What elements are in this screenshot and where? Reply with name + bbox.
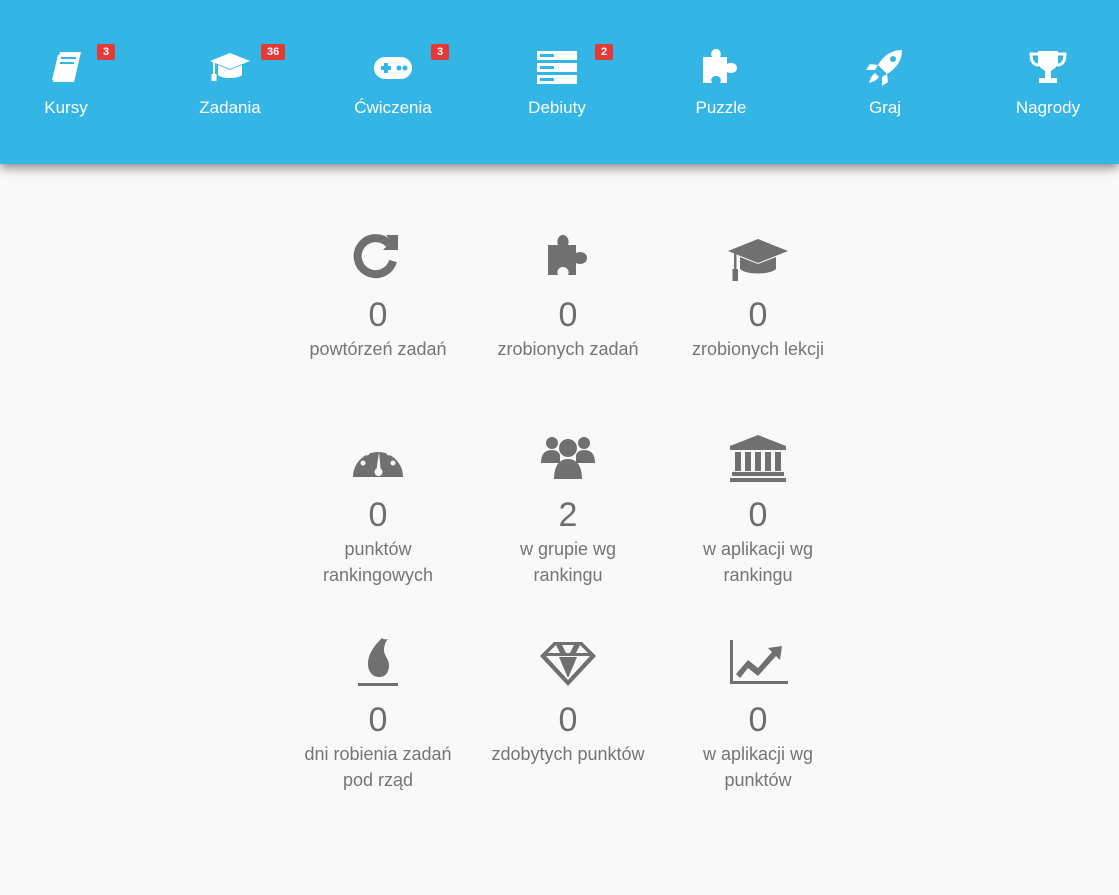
stat-app-ranking: 0 w aplikacji wg rankingu: [663, 430, 853, 635]
stat-completed-lessons: 0 zrobionych lekcji: [663, 230, 853, 430]
nav-label: Nagrody: [1015, 98, 1081, 117]
stat-label: zrobionych zadań: [497, 339, 639, 359]
stat-task-repetitions: 0 powtórzeń zadań: [283, 230, 473, 430]
chart-line-icon: [723, 635, 793, 691]
notification-badge: 36: [261, 44, 286, 60]
bank-icon: [723, 430, 793, 486]
book-icon: [43, 44, 89, 90]
stat-label: zdobytych punktów: [491, 744, 645, 764]
server-icon: [534, 44, 580, 90]
users-icon: [533, 430, 603, 486]
stat-app-points-ranking: 0 w aplikacji wg punktów: [663, 635, 853, 840]
graduation-cap-icon: [207, 44, 253, 90]
puzzle-icon: [533, 230, 603, 286]
stat-completed-tasks: 0 zrobionych zadań: [473, 230, 663, 430]
stats-row: 0 dni robienia zadań pod rząd 0 zdobytyc…: [283, 635, 853, 840]
rocket-icon: [862, 44, 908, 90]
stat-value: 0: [558, 296, 578, 334]
nav-item-nagrody[interactable]: Nagrody: [988, 44, 1108, 128]
nav-item-debiuty[interactable]: Debiuty 2: [497, 44, 617, 128]
fire-icon: [343, 635, 413, 691]
trophy-icon: [1025, 44, 1071, 90]
top-navigation: Kursy 3 Zadania 36 Ćwiczenia 3 Debiuty 2…: [0, 0, 1119, 164]
diamond-icon: [533, 635, 603, 691]
refresh-icon: [343, 230, 413, 286]
nav-item-kursy[interactable]: Kursy 3: [6, 44, 126, 128]
stats-row: 0 powtórzeń zadań 0 zrobionych zadań 0 z…: [283, 230, 853, 430]
stat-label: w aplikacji wg punktów: [702, 744, 814, 790]
speedometer-icon: [343, 430, 413, 486]
stat-label: zrobionych lekcji: [691, 339, 825, 359]
stat-ranking-points: 0 punktów rankingowych: [283, 430, 473, 635]
stat-value: 0: [748, 496, 768, 534]
stat-value: 2: [558, 496, 578, 534]
stat-label: dni robienia zadań pod rząd: [304, 744, 452, 790]
puzzle-icon: [698, 44, 744, 90]
stat-label: punktów rankingowych: [322, 539, 434, 585]
nav-label: Ćwiczenia: [354, 98, 432, 117]
nav-label: Graj: [868, 98, 902, 117]
stats-row: 0 punktów rankingowych 2 w grupie wg ran…: [283, 430, 853, 635]
stat-value: 0: [748, 296, 768, 334]
nav-label: Kursy: [44, 98, 88, 117]
notification-badge: 3: [431, 44, 450, 60]
stat-value: 0: [748, 701, 768, 739]
stat-value: 0: [368, 296, 388, 334]
nav-item-zadania[interactable]: Zadania 36: [170, 44, 290, 128]
nav-label: Puzzle: [695, 98, 747, 117]
stat-label: w grupie wg rankingu: [519, 539, 617, 585]
statistics-grid: 0 powtórzeń zadań 0 zrobionych zadań 0 z…: [283, 230, 853, 840]
stat-value: 0: [368, 496, 388, 534]
nav-item-cwiczenia[interactable]: Ćwiczenia 3: [333, 44, 453, 128]
nav-label: Debiuty: [528, 98, 586, 117]
stat-earned-points: 0 zdobytych punktów: [473, 635, 663, 840]
notification-badge: 2: [595, 44, 614, 60]
stat-label: powtórzeń zadań: [309, 339, 447, 359]
stat-value: 0: [558, 701, 578, 739]
gamepad-icon: [370, 44, 416, 90]
stat-streak-days: 0 dni robienia zadań pod rząd: [283, 635, 473, 840]
stat-label: w aplikacji wg rankingu: [702, 539, 814, 585]
stat-value: 0: [368, 701, 388, 739]
nav-item-graj[interactable]: Graj: [825, 44, 945, 128]
nav-label: Zadania: [199, 98, 261, 117]
notification-badge: 3: [97, 44, 116, 60]
stat-group-ranking: 2 w grupie wg rankingu: [473, 430, 663, 635]
nav-item-puzzle[interactable]: Puzzle: [661, 44, 781, 128]
graduation-cap-icon: [723, 230, 793, 286]
